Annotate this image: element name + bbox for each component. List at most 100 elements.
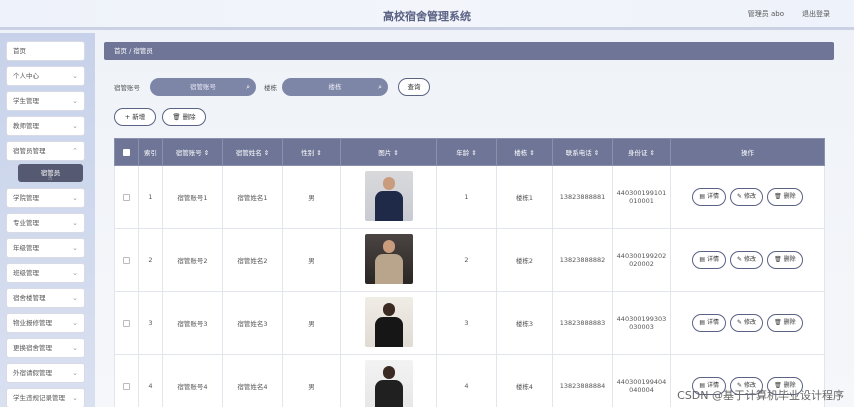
- watermark: CSDN @基于计算机毕业设计程序: [677, 389, 844, 402]
- top-header: 高校宿舍管理系统 管理员 abo 退出登录: [0, 0, 854, 30]
- sidebar-item-label: 外宿请假管理: [13, 369, 52, 377]
- app-title: 高校宿舍管理系统: [383, 10, 471, 23]
- column-header[interactable]: 宿管姓名 ⇕: [222, 138, 283, 166]
- chevron-down-icon: ⌄: [72, 244, 78, 252]
- column-header[interactable]: 身份证 ⇕: [612, 138, 671, 166]
- column-header[interactable]: 图片 ⇕: [340, 138, 437, 166]
- row-delete-button[interactable]: 🗑 删除: [767, 188, 803, 206]
- row-delete-button[interactable]: 🗑 删除: [767, 251, 803, 269]
- column-header[interactable]: 年龄 ⇕: [436, 138, 497, 166]
- row-checkbox[interactable]: [114, 354, 139, 407]
- sidebar-item-classes[interactable]: 班级管理 ⌄: [6, 263, 85, 283]
- chevron-down-icon: ⌄: [72, 319, 78, 327]
- delete-button-label: 删除: [182, 113, 196, 121]
- search-icon: ⌕: [378, 83, 382, 91]
- cell-age: 1: [436, 165, 497, 229]
- building-search-placeholder: 楼栋: [328, 83, 342, 91]
- sidebar: 首页 个人中心 ⌄ 学生管理 ⌄ 教师管理 ⌄ 宿管员管理 ⌃ 宿管员 ☝ 学院管理 ⌄ 专…: [0, 33, 95, 407]
- column-header[interactable]: 联系电话 ⇕: [552, 138, 613, 166]
- row-checkbox[interactable]: [114, 228, 139, 292]
- detail-button[interactable]: ▤ 详情: [692, 251, 726, 269]
- chevron-down-icon: ⌄: [72, 219, 78, 227]
- sidebar-item-colleges[interactable]: 学院管理 ⌄: [6, 188, 85, 208]
- cell-phone: 13823888884: [552, 354, 613, 407]
- column-header[interactable]: 宿管账号 ⇕: [162, 138, 223, 166]
- edit-button[interactable]: ✎ 修改: [730, 188, 763, 206]
- sidebar-item-label: 宿管员管理: [13, 147, 46, 155]
- sidebar-item-teachers[interactable]: 教师管理 ⌄: [6, 116, 85, 136]
- building-search-input[interactable]: 楼栋 ⌕: [282, 78, 388, 96]
- table-row: 1 宿管账号1 宿管姓名1 男 1 楼栋1 13823888881 440300…: [114, 165, 825, 229]
- cell-name: 宿管姓名2: [222, 228, 283, 292]
- edit-button[interactable]: ✎ 修改: [730, 251, 763, 269]
- sidebar-item-dorm-change[interactable]: 更换宿舍管理 ⌄: [6, 338, 85, 358]
- column-header[interactable]: 性别 ⇕: [282, 138, 341, 166]
- cell-id-number: 440300199101 010001: [612, 165, 671, 229]
- trash-icon: 🗑: [774, 319, 782, 326]
- document-icon: ▤: [699, 193, 706, 200]
- avatar: [364, 171, 413, 221]
- sidebar-subitem-dorm-manager[interactable]: 宿管员 ☝: [18, 164, 83, 182]
- cell-index: 3: [138, 291, 163, 355]
- action-bar: + 新增 🗑 删除: [114, 108, 314, 126]
- select-all-checkbox[interactable]: [114, 138, 139, 166]
- sidebar-item-majors[interactable]: 专业管理 ⌄: [6, 213, 85, 233]
- sidebar-item-students[interactable]: 学生管理 ⌄: [6, 91, 85, 111]
- cell-age: 3: [436, 291, 497, 355]
- document-icon: ▤: [699, 319, 706, 326]
- sidebar-item-repairs[interactable]: 物业报修管理 ⌄: [6, 313, 85, 333]
- detail-button[interactable]: ▤ 详情: [692, 314, 726, 332]
- add-button[interactable]: + 新增: [114, 108, 156, 126]
- sidebar-item-dorm-buildings[interactable]: 宿舍楼管理 ⌄: [6, 288, 85, 308]
- cell-operations: ▤ 详情 ✎ 修改 🗑 删除: [670, 228, 825, 292]
- chevron-down-icon: ⌄: [72, 369, 78, 377]
- query-button[interactable]: 查询: [398, 78, 430, 96]
- trash-icon: 🗑: [774, 193, 782, 200]
- row-delete-button[interactable]: 🗑 删除: [767, 314, 803, 332]
- column-header[interactable]: 楼栋 ⇕: [496, 138, 553, 166]
- cell-age: 2: [436, 228, 497, 292]
- sidebar-item-label: 学院管理: [13, 194, 39, 202]
- cell-gender: 男: [282, 228, 341, 292]
- chevron-down-icon: ⌄: [72, 97, 78, 105]
- sidebar-item-label: 教师管理: [13, 122, 39, 130]
- sidebar-item-label: 更换宿舍管理: [13, 344, 52, 352]
- sidebar-item-label: 首页: [13, 47, 26, 55]
- cell-account: 宿管账号2: [162, 228, 223, 292]
- account-search-label: 宿管账号: [114, 84, 140, 92]
- account-search-input[interactable]: 宿管账号 ⌕: [150, 78, 256, 96]
- cell-operations: ▤ 详情 ✎ 修改 🗑 删除: [670, 291, 825, 355]
- avatar: [364, 360, 413, 407]
- avatar: [364, 234, 413, 284]
- main-content: 首页 / 宿管员 宿管账号 宿管账号 ⌕ 楼栋 楼栋 ⌕ 查询 + 新增 🗑 删…: [104, 42, 834, 407]
- trash-icon: 🗑: [172, 113, 181, 121]
- cell-name: 宿管姓名3: [222, 291, 283, 355]
- sidebar-item-label: 学生管理: [13, 97, 39, 105]
- delete-button[interactable]: 🗑 删除: [162, 108, 206, 126]
- cell-photo: [340, 165, 437, 229]
- sidebar-item-dorm-managers[interactable]: 宿管员管理 ⌃: [6, 141, 85, 161]
- edit-button[interactable]: ✎ 修改: [730, 314, 763, 332]
- account-search-placeholder: 宿管账号: [190, 83, 216, 91]
- cell-id-number: 440300199404 040004: [612, 354, 671, 407]
- sidebar-item-label: 班级管理: [13, 269, 39, 277]
- cell-building: 楼栋1: [496, 165, 553, 229]
- row-checkbox[interactable]: [114, 291, 139, 355]
- sidebar-item-profile[interactable]: 个人中心 ⌄: [6, 66, 85, 86]
- sidebar-item-grades[interactable]: 年级管理 ⌄: [6, 238, 85, 258]
- table-header-row: 索引 宿管账号 ⇕ 宿管姓名 ⇕ 性别 ⇕ 图片 ⇕ 年龄 ⇕ 楼栋 ⇕ 联系电…: [114, 138, 825, 166]
- detail-button[interactable]: ▤ 详情: [692, 188, 726, 206]
- sidebar-item-violations[interactable]: 学生违规记录管理 ⌄: [6, 388, 85, 407]
- sidebar-item-home[interactable]: 首页: [6, 41, 85, 61]
- search-bar: 宿管账号 宿管账号 ⌕ 楼栋 楼栋 ⌕ 查询: [114, 78, 514, 96]
- cell-phone: 13823888881: [552, 165, 613, 229]
- sidebar-item-leave[interactable]: 外宿请假管理 ⌄: [6, 363, 85, 383]
- search-icon: ⌕: [246, 83, 250, 91]
- cell-phone: 13823888882: [552, 228, 613, 292]
- cell-id-number: 440300199303 030003: [612, 291, 671, 355]
- cell-index: 4: [138, 354, 163, 407]
- logout-link[interactable]: 退出登录: [802, 9, 830, 19]
- row-checkbox[interactable]: [114, 165, 139, 229]
- column-header: 索引: [138, 138, 163, 166]
- cell-photo: [340, 354, 437, 407]
